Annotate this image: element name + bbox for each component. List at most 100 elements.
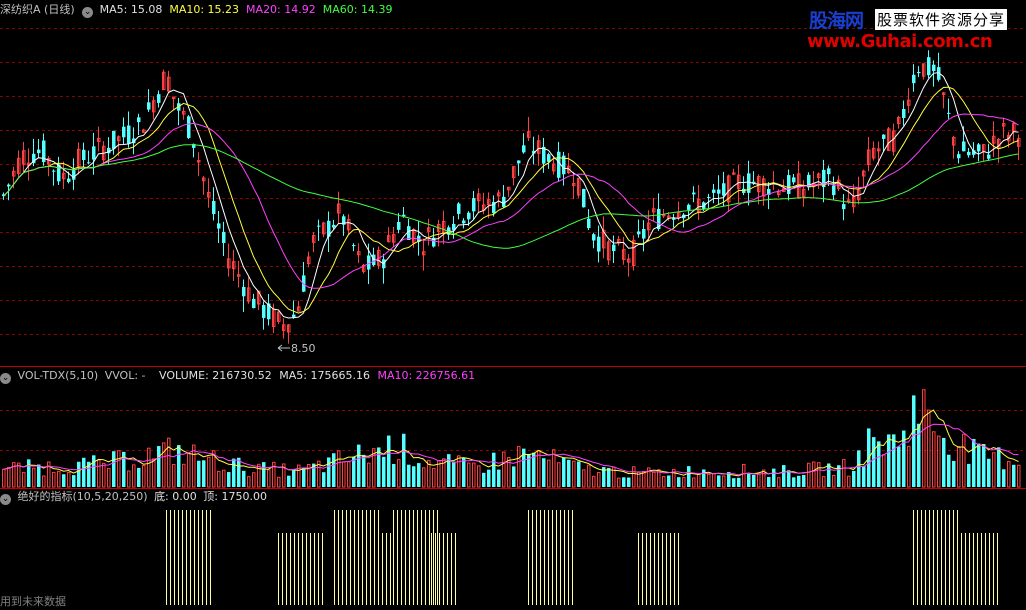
volume-bar [322,472,326,487]
indicator-bottom: 底: 0.00 [154,490,197,503]
volume-bar [1007,461,1011,488]
price-candle-body [927,57,931,76]
price-candle-body [222,231,226,243]
volume-bar [257,463,261,488]
volume-bar [247,476,251,488]
volume-bar [977,443,981,487]
volume-ma5-line [3,409,1019,477]
ma5-label: MA5: 15.08 [99,3,163,16]
volume-bar [102,462,106,488]
price-candle-body [252,298,256,309]
volume-bar [652,471,656,488]
ma20-label: MA20: 14.92 [246,3,316,16]
volume-bar [957,446,961,488]
volume-bar [302,468,306,487]
volume-bar [127,470,131,488]
volume-bar [347,461,351,488]
price-candle-body [712,189,716,193]
volume-bar [142,464,146,488]
price-candle-body [917,72,921,74]
price-candle-body [37,149,41,154]
volume-bar [752,474,756,487]
ma5-line [3,72,1019,319]
volume-bar [512,466,516,487]
volume-bar [337,450,341,488]
volume-bar [812,461,816,488]
volume-bar [887,434,891,487]
volume-bar [972,438,976,487]
indicator-top: 顶: 1750.00 [203,490,267,503]
volume-bar [252,472,256,488]
volume-bar [202,460,206,487]
volume-bar [707,473,711,488]
settings-circle-icon[interactable]: ⌄ [82,7,94,18]
volume-bar [387,435,391,487]
volume-bar [1002,469,1006,487]
settings-circle-icon[interactable]: ⌄ [0,373,11,384]
price-candle-body [977,144,981,152]
volume-bar [557,462,561,488]
volume-bar [677,477,681,487]
kline-chart[interactable] [0,0,1026,610]
volume-bar [997,447,1001,487]
volume-bar [762,469,766,488]
volume-bar [382,456,386,487]
settings-circle-icon[interactable]: ⌄ [0,494,11,505]
volume-bar [162,442,166,488]
volume-bar [597,471,601,488]
volume-bar [587,464,591,488]
volume-bar [262,462,266,487]
volume-bar [287,475,291,487]
volume-bar [567,459,571,487]
volume-bar [942,437,946,487]
volume-bar [172,464,176,488]
price-candle-body [662,214,666,217]
volume-ma-lines [3,409,1019,477]
volume-bar [712,473,716,488]
volume-bar [842,459,846,488]
price-candle-body [92,146,96,160]
volume-bar [207,456,211,488]
price-candle-body [932,64,936,72]
price-candle-body [137,117,141,123]
volume-bar [757,473,761,488]
volume-bar [447,454,451,487]
price-candle-body [317,225,321,227]
volume-bar [547,459,551,488]
price-candle-body [82,149,86,161]
volume-bar [352,456,356,487]
ma10-line [3,86,1019,314]
volume-bar [452,461,456,487]
volume-bar [882,454,886,488]
volume-bar [877,441,881,487]
volume-bar [32,467,36,488]
volume-bar [222,469,226,488]
price-candle-body [792,177,796,183]
volume-bar [27,459,31,487]
volume-bar [237,457,241,487]
price-candle-body [212,201,216,214]
volume-bar [52,471,56,488]
price-candle-body [612,244,616,252]
price-candle-body [642,229,646,239]
volume-bar [477,465,481,488]
volume-bar [562,457,566,487]
price-candle-body [597,236,601,252]
price-candle-body [967,151,971,156]
moving-average-lines [3,72,1019,319]
watermark: 股海网 股票软件资源分享 www.Guhai.com.cn [805,4,1026,56]
volume-bar [967,463,971,487]
volume-bar [682,477,686,488]
volume-bar [137,467,141,487]
volume-bar [187,453,191,488]
volume-bar [787,470,791,487]
price-candle-body [352,245,356,247]
price-candle-body [517,160,521,164]
price-candle-body [122,126,126,138]
volume-bar [82,457,86,487]
volume-bar [177,445,181,487]
volume-bar [862,466,866,487]
price-candle-body [722,183,726,196]
volume-bar [832,475,836,488]
vol-indicator-name: VOL-TDX(5,10) [17,369,99,382]
